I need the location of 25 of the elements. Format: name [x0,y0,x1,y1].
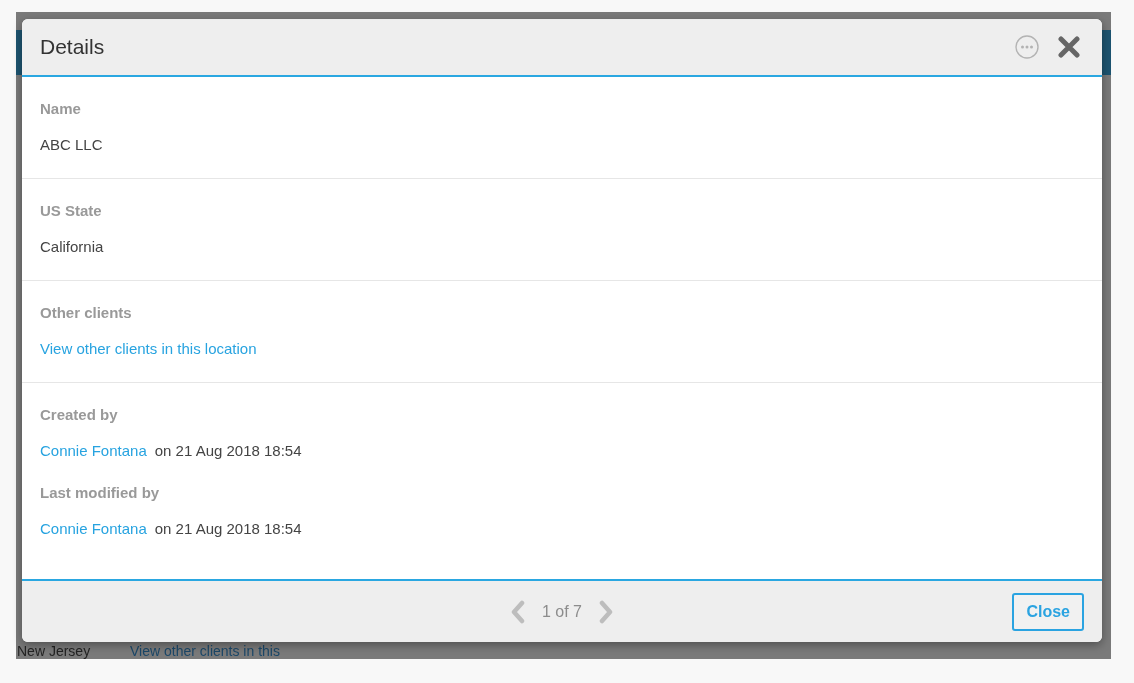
timestamp-text: on 21 Aug 2018 18:54 [154,441,302,461]
user-link[interactable]: Connie Fontana [40,519,147,539]
field-value: California [40,237,104,257]
state-text: New Jersey [17,643,91,659]
page-indicator: 1 of 7 [542,601,582,622]
field-label: Created by [40,405,118,425]
timestamp-text: on 21 Aug 2018 18:54 [154,519,302,539]
dialog-title: Details [40,34,106,60]
user-link[interactable]: Connie Fontana [40,441,147,461]
more-icon [1015,35,1039,59]
more-button[interactable] [1015,35,1039,59]
chevron-right-icon [599,599,614,624]
footer-close-button[interactable]: Close [1012,592,1084,631]
close-button[interactable] [1058,36,1080,58]
previous-button[interactable] [510,599,525,624]
close-icon [1058,36,1080,58]
field-label: Name [40,99,81,119]
chevron-left-icon [510,599,525,624]
location-link[interactable]: View other clients in this location [40,339,257,359]
field-value: ABC LLC [40,135,103,155]
field-label: Last modified by [40,483,160,503]
field-label: Other clients [40,303,132,323]
next-button[interactable] [599,599,614,624]
field-label: US State [40,201,102,221]
clients-link[interactable]: View other clients in this [130,643,280,659]
